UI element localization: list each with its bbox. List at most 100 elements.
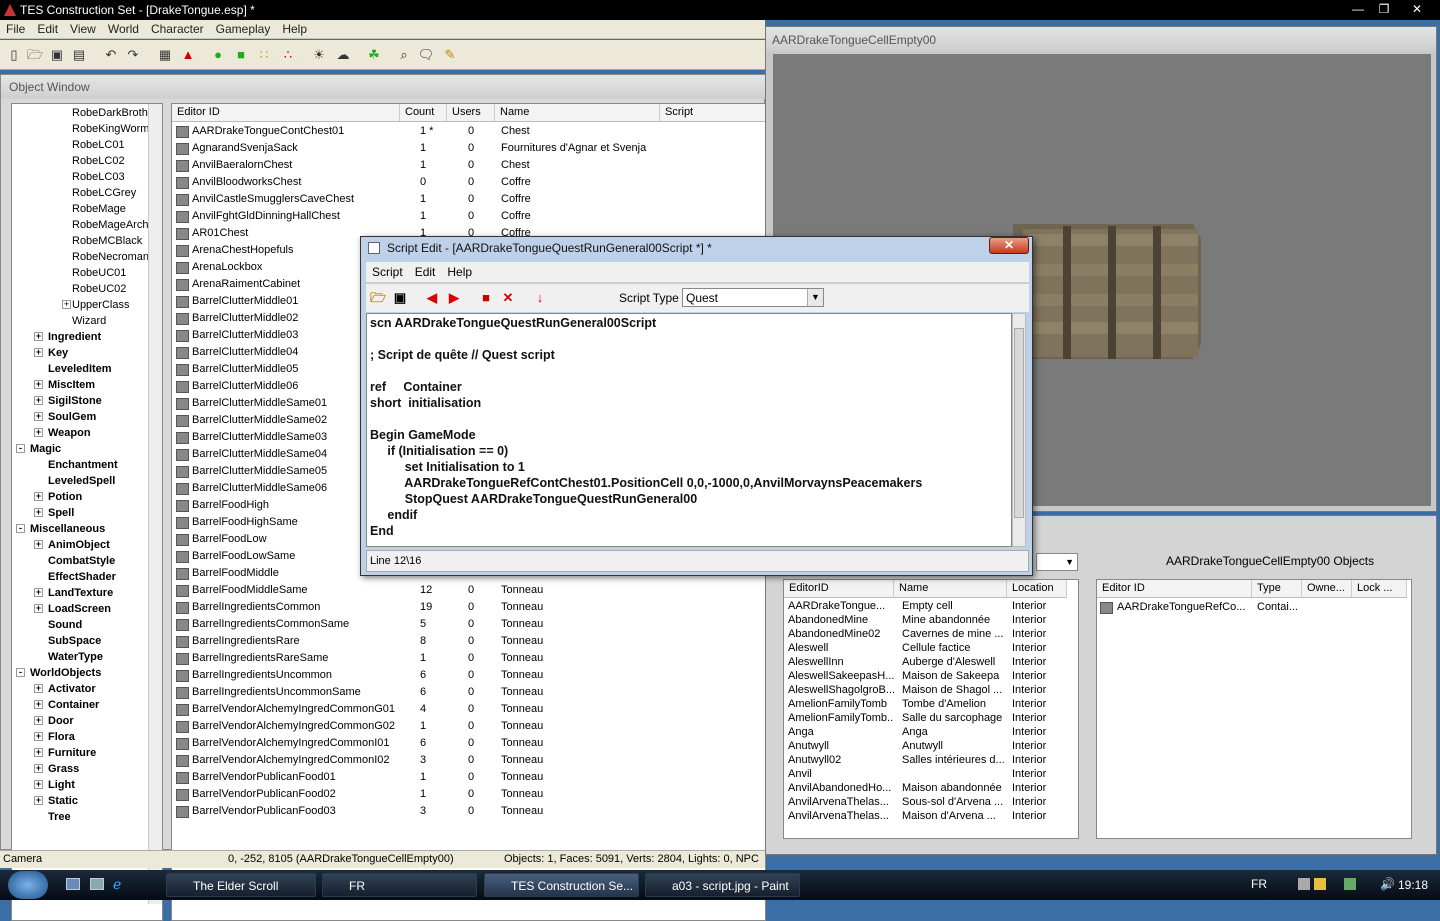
expand-icon[interactable]: + (34, 396, 43, 405)
menu-help[interactable]: Help (276, 20, 313, 38)
script-line[interactable]: ; Script de quête // Quest script (370, 347, 555, 363)
cell-row[interactable]: AnvilArvenaThelas... Sous-sol d'Arvena ..… (784, 795, 1068, 809)
tree-item[interactable]: + SoulGem (12, 409, 152, 425)
cell-row[interactable]: AARDrakeTongue... Empty cell Interior (784, 599, 1068, 613)
cell-row[interactable]: Anutwyll02 Salles intérieures d... Interio… (784, 753, 1068, 767)
tree-item[interactable]: SubSpace (12, 633, 152, 649)
expand-icon[interactable]: + (34, 588, 43, 597)
redo-icon[interactable]: ↷ (123, 45, 143, 65)
dialogue-icon[interactable]: 🗨 (416, 45, 436, 65)
tree-item[interactable]: Enchantment (12, 457, 152, 473)
expand-icon[interactable]: + (34, 604, 43, 613)
expand-icon[interactable]: + (34, 700, 43, 709)
table-row[interactable]: AARDrakeTongueContChest01 1 * 0 Chest (172, 123, 765, 140)
tree-item[interactable]: LeveledItem (12, 361, 152, 377)
show-desktop-icon[interactable] (66, 878, 80, 890)
task-fr-folder[interactable]: FR (322, 873, 477, 897)
table-row[interactable]: BarrelVendorAlchemyIngredCommonG01 4 0 Tonn… (172, 701, 765, 718)
cell-row[interactable]: AbandonedMine02 Cavernes de mine ... Inter… (784, 627, 1068, 641)
script-edit-icon[interactable]: ✎ (440, 45, 460, 65)
tree-item[interactable]: + Static (12, 793, 152, 809)
expand-icon[interactable]: + (34, 748, 43, 757)
script-line[interactable]: ref Container (370, 379, 462, 395)
tree-item[interactable]: + Key (12, 345, 152, 361)
script-close-button[interactable]: ✕ (989, 237, 1029, 254)
expand-icon[interactable]: + (34, 508, 43, 517)
tree-item[interactable]: RobeLC02 (12, 153, 152, 169)
script-line[interactable]: AARDrakeTongueRefContChest01.PositionCel… (370, 475, 922, 491)
script-line[interactable]: scn AARDrakeTongueQuestRunGeneral00Scrip… (370, 315, 656, 331)
minimize-button[interactable]: — (1346, 1, 1370, 17)
tree-item[interactable]: RobeUC02 (12, 281, 152, 297)
path-grid-icon[interactable]: ∷ (254, 45, 274, 65)
tray-icon[interactable] (1298, 878, 1310, 890)
script-line[interactable]: StopQuest AARDrakeTongueQuestRunGeneral0… (370, 491, 697, 507)
script-line[interactable]: set Initialisation to 1 (370, 459, 525, 475)
preferences-icon[interactable]: ▤ (69, 45, 89, 65)
tree-item[interactable]: LeveledSpell (12, 473, 152, 489)
cell-row[interactable]: Anutwyll Anutwyll Interior (784, 739, 1068, 753)
angle-snap-icon[interactable]: ▲ (178, 45, 198, 65)
script-text-editor[interactable]: scn AARDrakeTongueQuestRunGeneral00Scrip… (366, 313, 1012, 547)
expand-icon[interactable]: + (34, 332, 43, 341)
collapse-icon[interactable]: - (16, 444, 25, 453)
table-row[interactable]: BarrelIngredientsCommonSame 5 0 Tonneau (172, 616, 765, 633)
new-file-icon[interactable]: ▯ (4, 45, 24, 65)
tree-item[interactable]: RobeDarkBrothe (12, 105, 154, 121)
tree-item[interactable]: + Grass (12, 761, 152, 777)
leaf-icon[interactable]: ☘ (364, 45, 384, 65)
switch-windows-icon[interactable] (90, 878, 104, 890)
undo-icon[interactable]: ↶ (101, 45, 121, 65)
cell-row[interactable]: Anvil Interior (784, 767, 1068, 781)
expand-icon[interactable]: + (34, 492, 43, 501)
tree-item[interactable]: - Miscellaneous (12, 521, 152, 537)
table-row[interactable]: BarrelVendorAlchemyIngredCommonI01 6 0 Tonn… (172, 735, 765, 752)
tree-item[interactable]: + Door (12, 713, 152, 729)
table-row[interactable]: BarrelIngredientsUncommon 6 0 Tonneau (172, 667, 765, 684)
table-row[interactable]: BarrelVendorPublicanFood01 1 0 Tonneau (172, 769, 765, 786)
tree-item[interactable]: + SigilStone (12, 393, 152, 409)
tree-item[interactable]: + Activator (12, 681, 152, 697)
script-menu-help[interactable]: Help (441, 262, 478, 282)
clock[interactable]: 19:18 (1398, 878, 1428, 892)
script-line[interactable]: Begin GameMode (370, 427, 476, 443)
tree-item[interactable]: + Potion (12, 489, 152, 505)
tree-item[interactable]: CombatStyle (12, 553, 152, 569)
column-count[interactable]: Count (400, 104, 447, 122)
script-menu-script[interactable]: Script (366, 262, 409, 282)
cell-column-name[interactable]: Name (894, 580, 1007, 598)
tree-item[interactable]: + UpperClass (12, 297, 152, 313)
tree-item[interactable]: + Ingredient (12, 329, 152, 345)
expand-icon[interactable]: + (62, 300, 71, 309)
tree-item[interactable]: RobeNecroman (12, 249, 152, 265)
tree-scrollbar[interactable] (148, 104, 162, 904)
tray-warning-icon[interactable] (1314, 878, 1326, 890)
cell-row[interactable]: AleswellSakeepasH... Maison de Sakeepa Int… (784, 669, 1068, 683)
browser-icon[interactable]: ℯ (113, 876, 121, 893)
expand-icon[interactable]: + (34, 540, 43, 549)
tray-network-icon[interactable] (1344, 878, 1356, 890)
table-row[interactable]: BarrelIngredientsRareSame 1 0 Tonneau (172, 650, 765, 667)
column-editor-id[interactable]: Editor ID (172, 104, 400, 122)
tree-item[interactable]: + Flora (12, 729, 152, 745)
search-icon[interactable]: ⌕ (394, 45, 414, 65)
cell-row[interactable]: AleswellShagolgroB... Maison de Shagol ..… (784, 683, 1068, 697)
objects-column-owner[interactable]: Owne... (1302, 580, 1352, 598)
tree-item[interactable]: - Magic (12, 441, 152, 457)
previous-script-icon[interactable]: ◀ (423, 289, 441, 307)
object-row[interactable]: AARDrakeTongueRefCo... Contai... (1097, 599, 1407, 616)
script-line[interactable]: endif (370, 507, 417, 523)
open-folder-icon[interactable]: 🗁 (25, 45, 45, 65)
tree-item[interactable]: + LoadScreen (12, 601, 152, 617)
recompile-icon[interactable]: ■ (477, 289, 495, 307)
cell-objects-list[interactable]: Editor ID Type Owne... Lock ... AARDrake… (1096, 579, 1412, 839)
expand-icon[interactable]: + (34, 796, 43, 805)
task-paint[interactable]: a03 - script.jpg - Paint (645, 873, 800, 897)
menu-character[interactable]: Character (145, 20, 210, 38)
collapse-icon[interactable]: - (16, 668, 25, 677)
tree-item[interactable]: + Furniture (12, 745, 152, 761)
expand-icon[interactable]: + (34, 428, 43, 437)
tree-item[interactable]: EffectShader (12, 569, 152, 585)
script-line[interactable]: End (370, 523, 394, 539)
lighting-icon[interactable]: ☀ (309, 45, 329, 65)
